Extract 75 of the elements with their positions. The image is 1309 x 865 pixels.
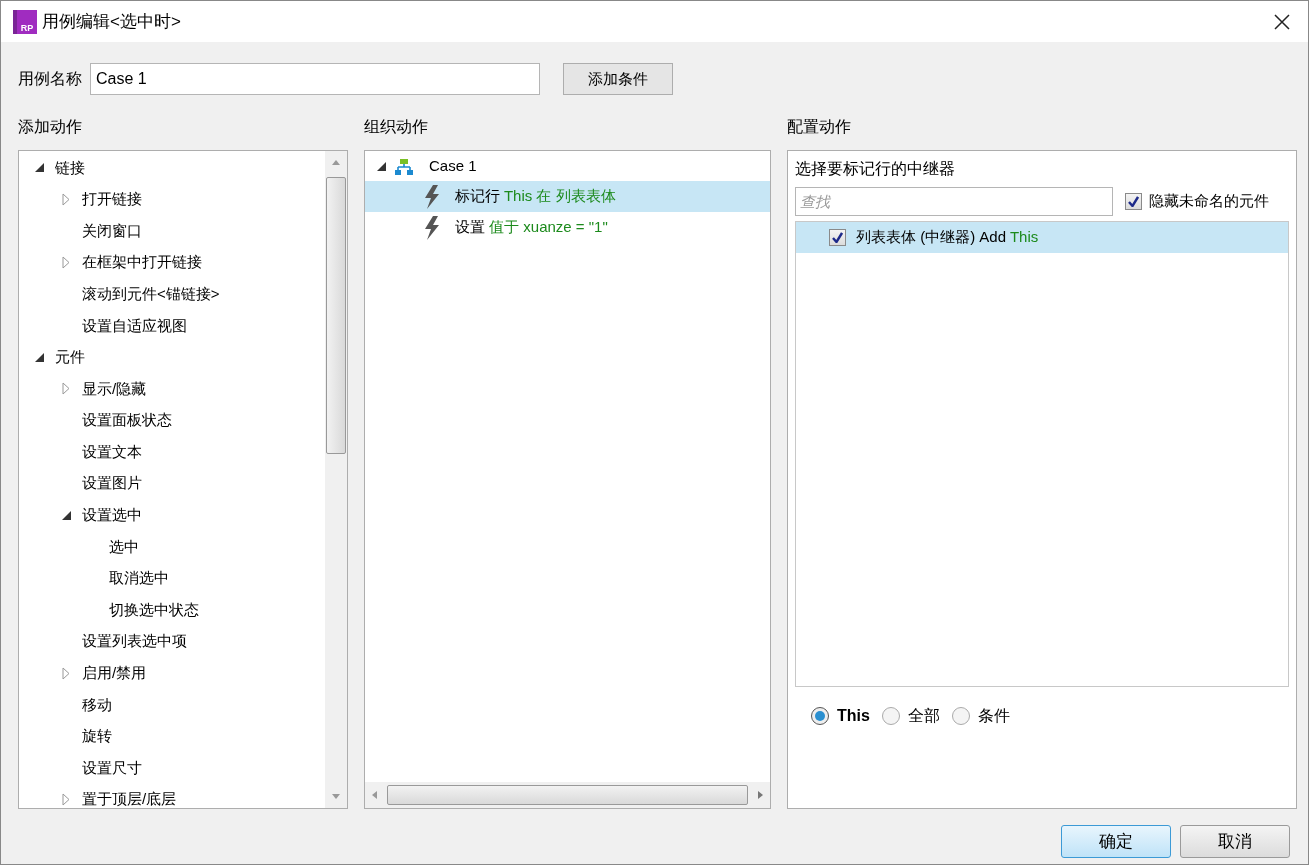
- case-item[interactable]: Case 1: [429, 155, 477, 178]
- radio-button[interactable]: [951, 707, 970, 725]
- action-item[interactable]: 旋转: [82, 725, 112, 748]
- expand-triangle-icon[interactable]: [62, 382, 70, 396]
- collapse-triangle-icon[interactable]: [34, 163, 44, 173]
- field-label: 用例名称: [18, 69, 82, 89]
- add-condition-button[interactable]: 添加条件: [563, 63, 673, 95]
- action-item[interactable]: 设置选中: [82, 504, 142, 527]
- collapse-triangle-icon[interactable]: [61, 510, 71, 520]
- scrollbar-thumb[interactable]: [326, 177, 346, 454]
- vertical-scrollbar[interactable]: [325, 151, 347, 808]
- case-name-field[interactable]: Case 1: [90, 63, 540, 95]
- action-item[interactable]: 滚动到元件<锚链接>: [82, 282, 220, 306]
- action-item[interactable]: 设置自适应视图: [82, 314, 187, 337]
- expand-triangle-icon[interactable]: [62, 256, 70, 270]
- scroll-up-icon: [332, 159, 340, 165]
- prompt-text: 选择要标记行的中继器: [795, 159, 956, 179]
- value-text: 值于 xuanze = "1": [488, 217, 608, 238]
- scroll-right-icon: [758, 791, 764, 799]
- hierarchy-icon: [395, 158, 413, 175]
- category-item[interactable]: 元件: [55, 346, 85, 369]
- scroll-left-icon: [371, 791, 377, 799]
- action-item[interactable]: 切换选中状态: [109, 598, 199, 622]
- radio-label[interactable]: 全部: [907, 704, 940, 728]
- radio-button[interactable]: [881, 707, 900, 725]
- checkbox[interactable]: [829, 229, 846, 246]
- check-icon: [1128, 195, 1139, 207]
- repeater-row[interactable]: 列表表体 (中继器) Add This: [796, 222, 1288, 253]
- dialog-button[interactable]: 取消: [1180, 825, 1290, 858]
- radio-button[interactable]: [811, 707, 829, 725]
- expand-triangle-icon[interactable]: [62, 793, 70, 807]
- action-item[interactable]: 启用/禁用: [82, 662, 147, 685]
- action-text: 列表表体 (中继器) Add: [856, 227, 1006, 248]
- section-heading: 组织动作: [364, 117, 429, 137]
- action-item[interactable]: 打开链接: [82, 188, 142, 211]
- action-item[interactable]: 设置尺寸: [82, 756, 142, 780]
- scrollbar-thumb[interactable]: [387, 785, 748, 805]
- action-item[interactable]: 移动: [82, 693, 112, 717]
- scroll-down-icon: [332, 794, 340, 800]
- section-heading: 配置动作: [787, 117, 852, 137]
- dialog-button[interactable]: 确定: [1061, 825, 1171, 858]
- collapse-triangle-icon[interactable]: [376, 162, 386, 171]
- section-heading: 添加动作: [18, 117, 83, 137]
- action-item[interactable]: 设置图片: [82, 472, 142, 495]
- check-icon: [832, 232, 843, 243]
- horizontal-scrollbar[interactable]: [365, 782, 770, 808]
- category-item[interactable]: 链接: [55, 156, 85, 180]
- action-item[interactable]: 在框架中打开链接: [82, 251, 202, 274]
- window-title: 用例编辑<选中时>: [42, 10, 181, 33]
- action-item[interactable]: 显示/隐藏: [82, 377, 147, 401]
- close-icon: [1274, 13, 1290, 30]
- app-logo: RP: [13, 9, 37, 34]
- action-item[interactable]: 关闭窗口: [82, 219, 142, 243]
- action-item[interactable]: 取消选中: [109, 567, 169, 590]
- search-field[interactable]: 查找: [795, 186, 1113, 216]
- action-text: 设置: [455, 217, 485, 238]
- expand-triangle-icon[interactable]: [62, 666, 70, 680]
- lightning-icon: [423, 215, 441, 240]
- checkbox[interactable]: [1125, 192, 1142, 210]
- action-item[interactable]: 设置列表选中项: [82, 630, 187, 653]
- action-item[interactable]: 设置文本: [82, 440, 142, 464]
- action-item[interactable]: 置于顶层/底层: [82, 788, 177, 808]
- expand-triangle-icon[interactable]: [62, 192, 70, 206]
- radio-label[interactable]: This: [837, 704, 870, 728]
- value-text: This 在 列表表体: [502, 186, 616, 207]
- radio-label[interactable]: 条件: [977, 704, 1010, 728]
- checkbox-label[interactable]: 隐藏未命名的元件: [1149, 189, 1269, 213]
- action-item[interactable]: 设置面板状态: [82, 409, 172, 432]
- collapse-triangle-icon[interactable]: [34, 352, 44, 362]
- value-text: This: [1008, 227, 1039, 248]
- lightning-icon: [423, 184, 441, 209]
- action-text: 标记行: [455, 186, 500, 207]
- action-row[interactable]: 设置 值于 xuanze = "1": [365, 212, 770, 243]
- action-row[interactable]: 标记行 This 在 列表表体: [365, 181, 770, 212]
- action-item[interactable]: 选中: [109, 535, 139, 559]
